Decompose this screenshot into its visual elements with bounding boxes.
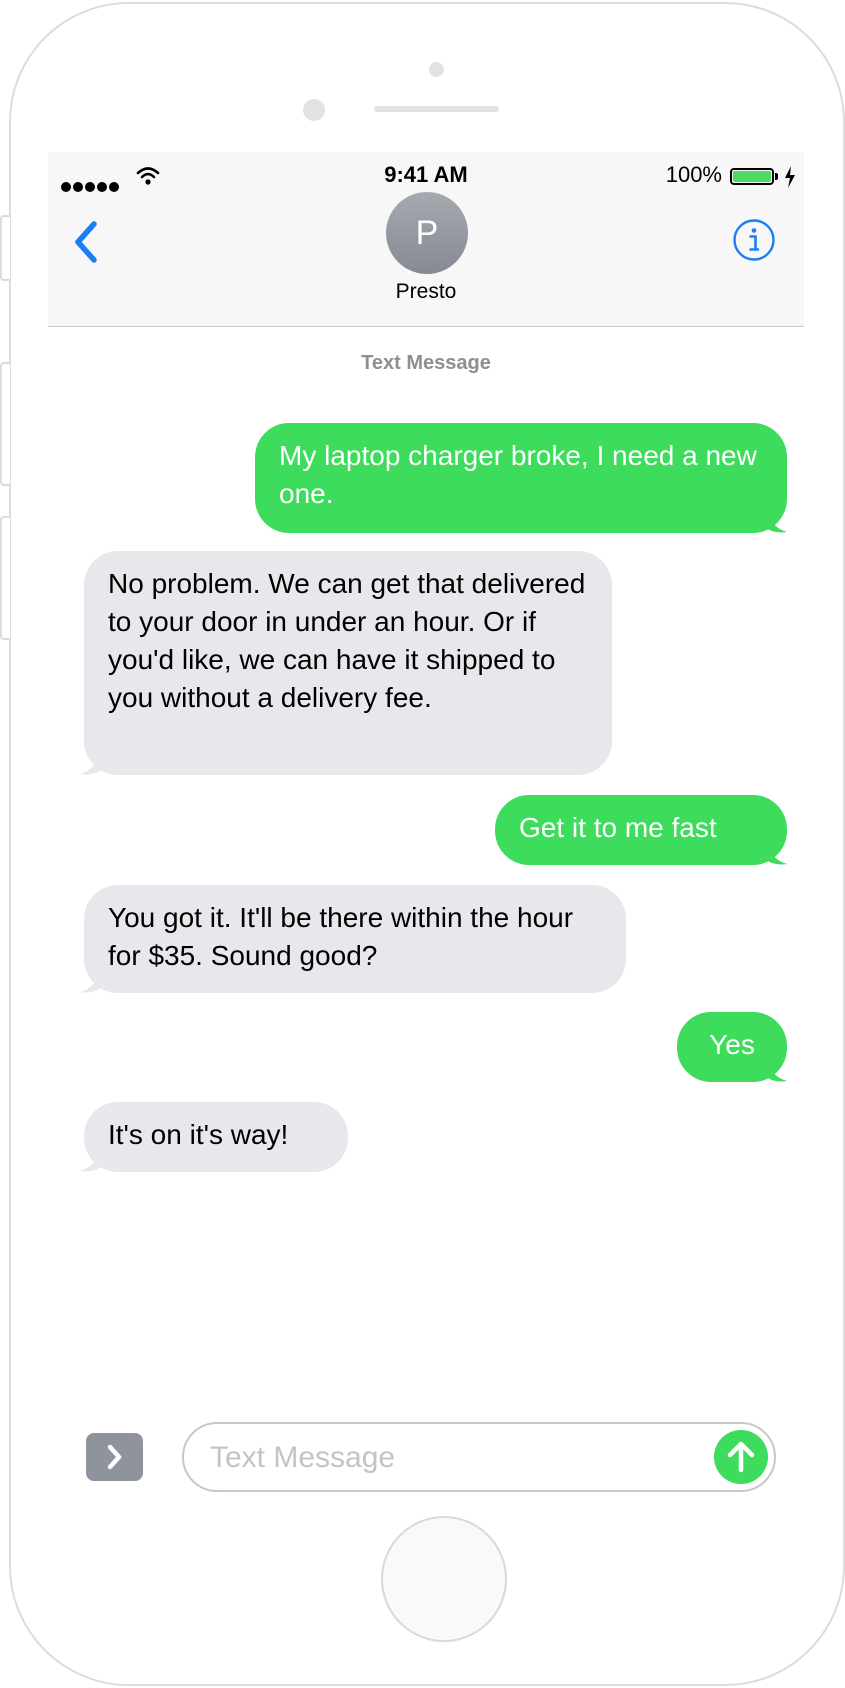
sent-message-bubble[interactable]: Get it to me fast <box>495 795 787 865</box>
messages-screen: 9:41 AM 100% P Presto Text Message My la… <box>48 152 804 1500</box>
chevron-left-icon <box>75 221 97 263</box>
info-icon <box>733 219 775 261</box>
status-bar: 9:41 AM 100% <box>48 160 804 192</box>
home-button[interactable] <box>381 1516 507 1642</box>
sent-bubble-tail <box>765 505 787 533</box>
received-message-bubble[interactable]: No problem. We can get that delivered to… <box>84 551 612 775</box>
sent-bubble-tail <box>765 1054 787 1082</box>
conversation-header: 9:41 AM 100% P Presto <box>48 152 804 327</box>
battery-percentage: 100% <box>665 162 722 187</box>
thread-service-label: Text Message <box>361 352 491 374</box>
info-button[interactable] <box>732 218 776 262</box>
received-bubble-tail <box>80 747 102 775</box>
contact-avatar[interactable]: P <box>386 192 468 274</box>
charging-bolt-icon <box>785 166 795 188</box>
contact-name[interactable]: Presto <box>48 280 804 304</box>
arrow-up-icon <box>727 1441 755 1473</box>
send-button[interactable] <box>714 1430 768 1484</box>
app-drawer-button[interactable] <box>86 1433 143 1481</box>
battery-tip <box>775 173 778 180</box>
volume-up-button <box>0 362 10 486</box>
earpiece-speaker <box>374 106 499 112</box>
received-bubble-tail <box>80 965 102 993</box>
message-input-container <box>182 1422 776 1492</box>
front-camera <box>303 99 325 121</box>
received-message-bubble[interactable]: It's on it's way! <box>84 1102 348 1172</box>
battery-level-fill <box>733 171 771 182</box>
received-message-bubble[interactable]: You got it. It'll be there within the ho… <box>84 885 626 993</box>
back-button[interactable] <box>68 212 108 272</box>
chevron-right-icon <box>107 1444 122 1470</box>
message-input[interactable] <box>208 1434 692 1482</box>
received-bubble-tail <box>80 1144 102 1172</box>
sent-message-bubble[interactable]: My laptop charger broke, I need a new on… <box>255 423 787 533</box>
proximity-sensor <box>429 62 444 77</box>
volume-down-button <box>0 516 10 640</box>
sent-bubble-tail <box>765 837 787 865</box>
battery-icon <box>730 168 774 185</box>
mute-switch <box>0 215 10 281</box>
